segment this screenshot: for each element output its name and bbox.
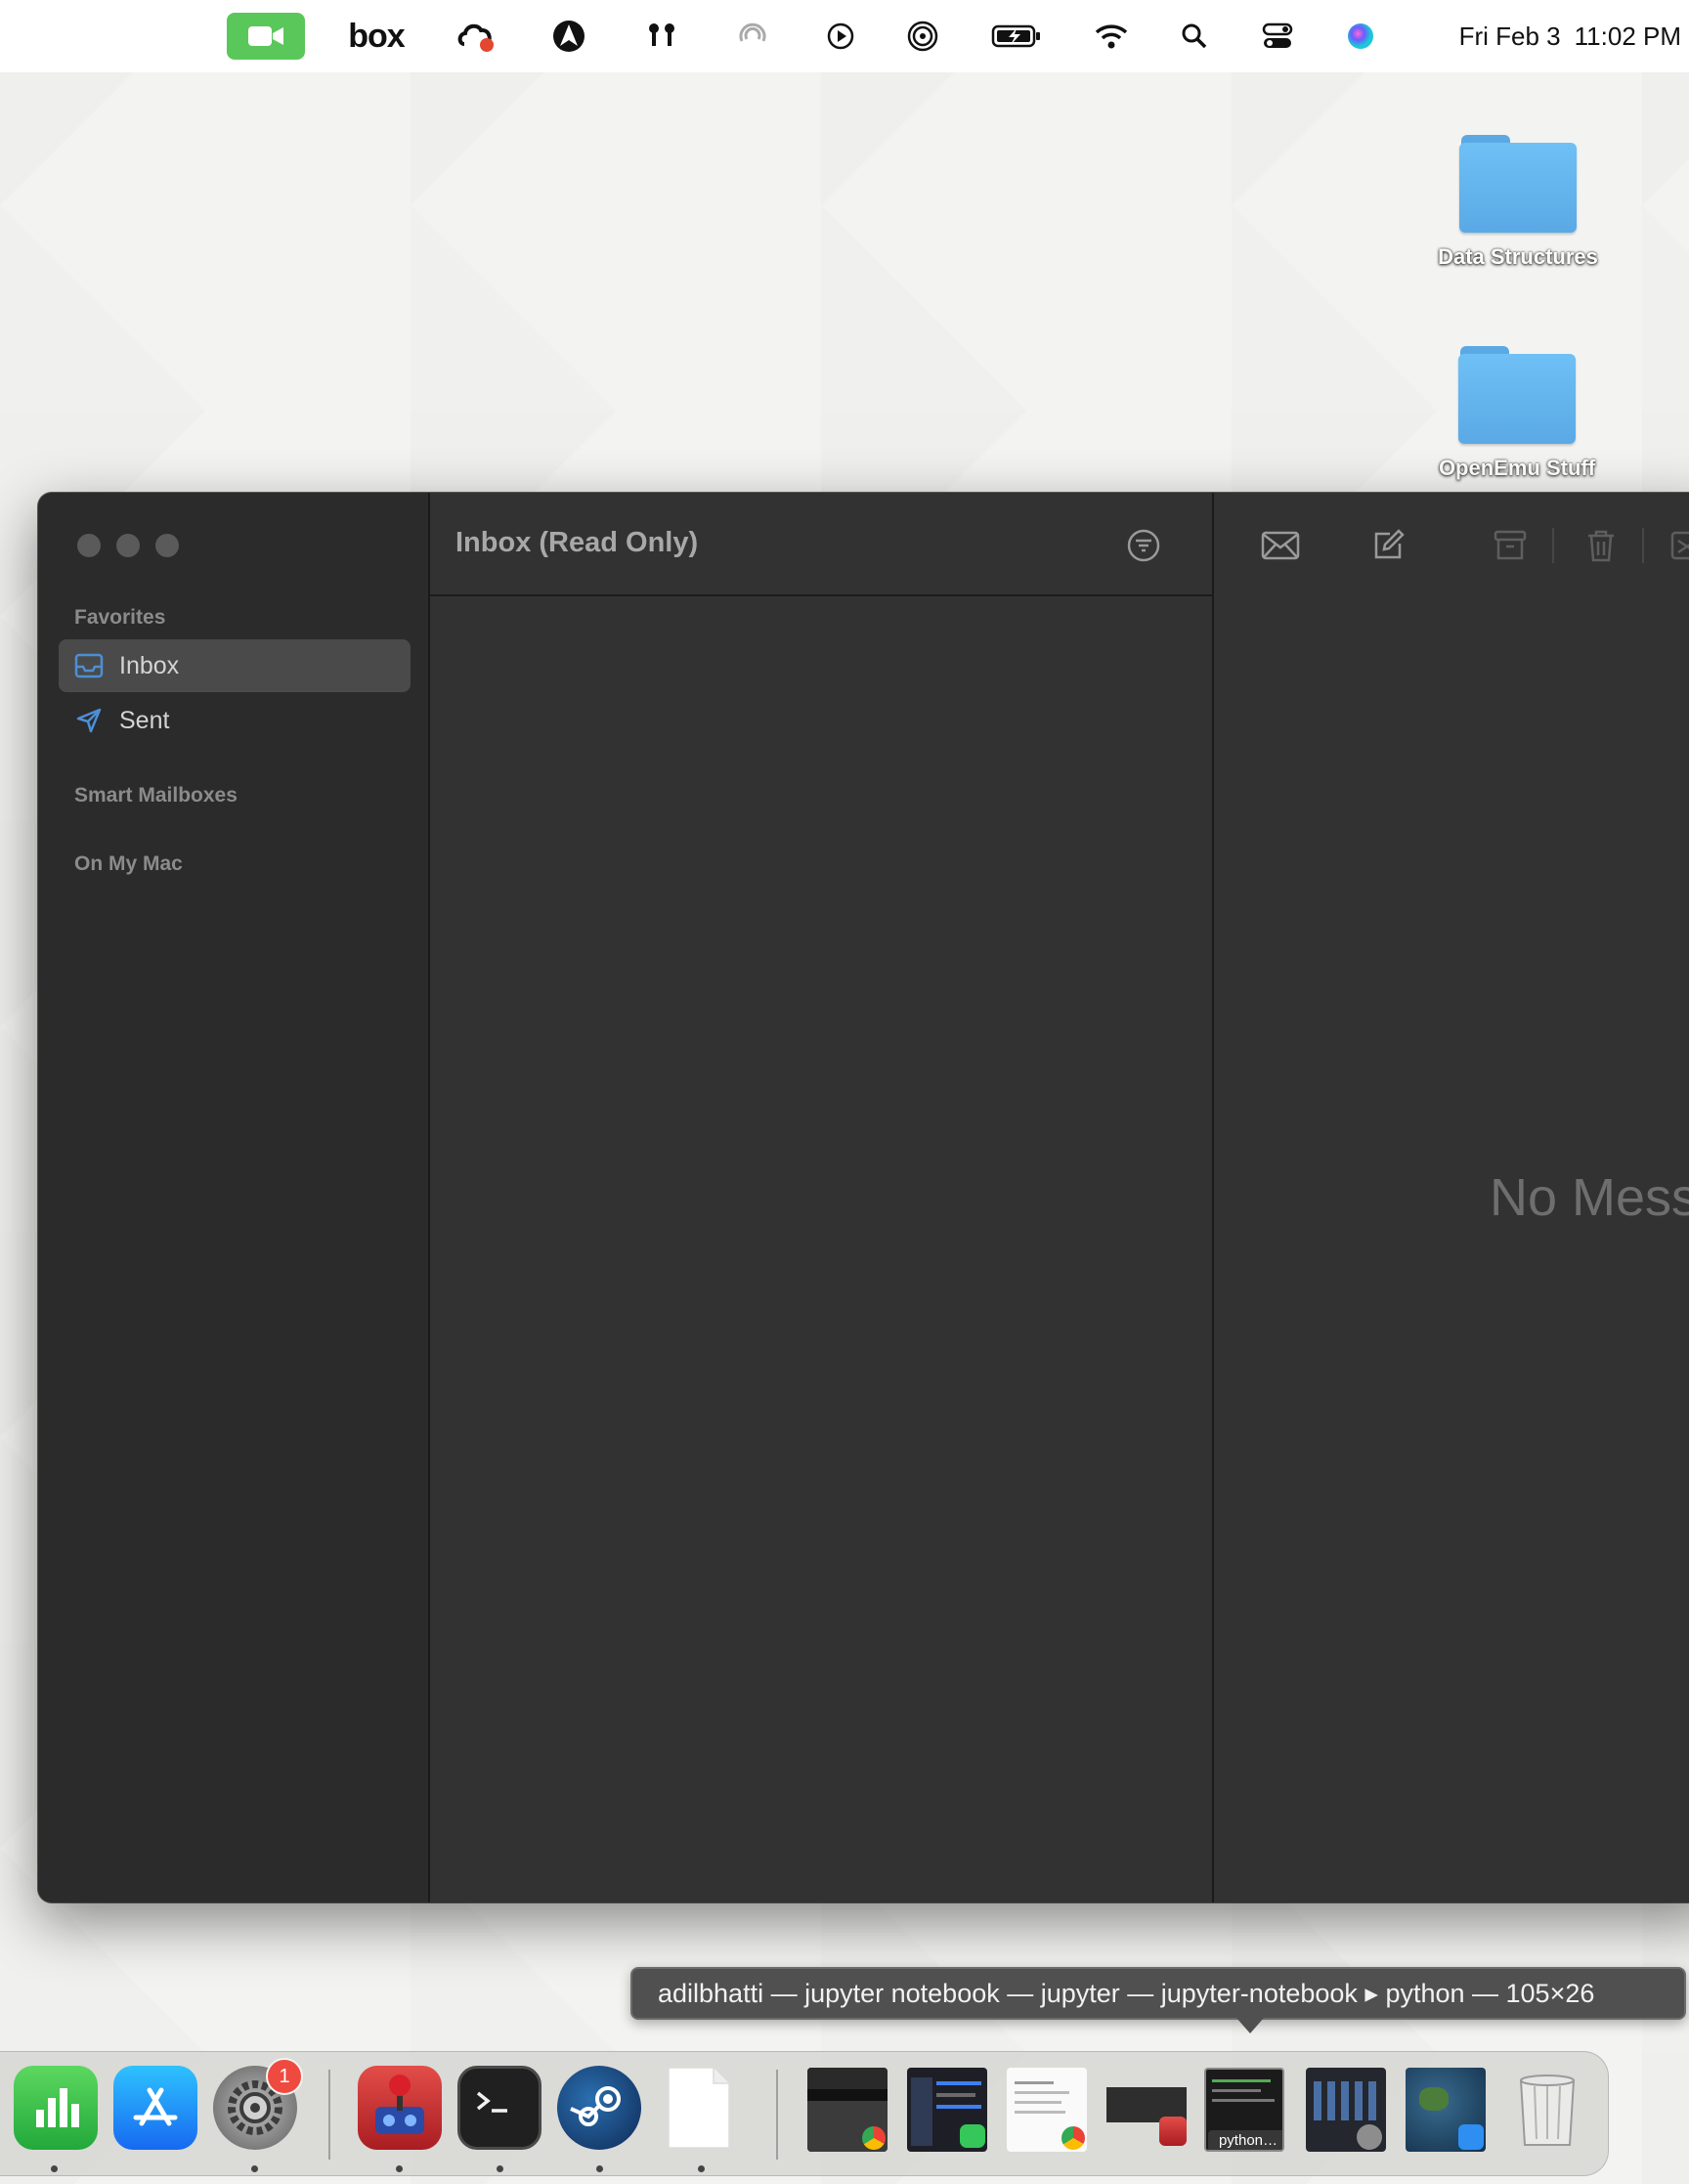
- openemu-icon: [1159, 2117, 1187, 2146]
- window-controls: [77, 534, 195, 557]
- astro-icon[interactable]: [547, 0, 590, 72]
- desktop-folder-openemu-stuff[interactable]: OpenEmu Stuff: [1419, 346, 1615, 481]
- app-store-icon[interactable]: [113, 2066, 197, 2150]
- running-indicator: [596, 2165, 603, 2172]
- junk-button[interactable]: [1666, 524, 1689, 567]
- sidebar-item-sent[interactable]: Sent: [59, 694, 411, 747]
- filter-icon: [1127, 529, 1160, 562]
- numbers-icon[interactable]: [14, 2066, 98, 2150]
- openemu-icon[interactable]: [358, 2066, 442, 2150]
- sidebar-heading-favorites[interactable]: Favorites: [74, 606, 165, 630]
- menu-date: Fri Feb 3: [1458, 21, 1561, 51]
- sidebar-heading-smart-mailboxes[interactable]: Smart Mailboxes: [74, 784, 238, 808]
- search-icon[interactable]: [1173, 0, 1216, 72]
- filter-button[interactable]: [1126, 528, 1161, 563]
- envelope-icon: [1261, 531, 1300, 560]
- window-thumbnail-terminal[interactable]: python…: [1204, 2068, 1284, 2152]
- archive-icon: [1494, 530, 1527, 560]
- mail-window: Favorites Inbox Sent Smart Mailboxes On …: [38, 493, 1689, 1902]
- message-list-header: Inbox (Read Only): [430, 493, 1214, 596]
- archive-button[interactable]: [1489, 524, 1532, 567]
- running-indicator: [251, 2165, 258, 2172]
- app-store-icon: [1458, 2124, 1484, 2150]
- toolbar-separator: [1642, 528, 1644, 563]
- toolbar-separator: [1552, 528, 1554, 563]
- running-indicator: [497, 2165, 503, 2172]
- chrome-icon: [862, 2126, 886, 2150]
- steam-icon[interactable]: [557, 2066, 641, 2150]
- airpods-icon[interactable]: [640, 0, 683, 72]
- messages-icon: [960, 2124, 985, 2148]
- folder-icon: [1459, 135, 1577, 233]
- siri-icon[interactable]: [1339, 0, 1382, 72]
- notification-badge: 1: [266, 2058, 303, 2095]
- mail-sidebar: Favorites Inbox Sent Smart Mailboxes On …: [38, 493, 430, 1902]
- delete-button[interactable]: [1580, 524, 1623, 567]
- sidebar-item-label: Inbox: [119, 651, 180, 679]
- play-icon[interactable]: [819, 0, 862, 72]
- minimize-window-button[interactable]: [116, 534, 140, 557]
- window-thumbnail-chrome[interactable]: [807, 2068, 888, 2152]
- window-thumbnail-chrome-document[interactable]: [1007, 2068, 1087, 2152]
- trash-icon[interactable]: [1505, 2066, 1589, 2150]
- viewer-toolbar: [1214, 493, 1689, 596]
- zoom-window-button[interactable]: [155, 534, 179, 557]
- get-mail-button[interactable]: [1259, 524, 1302, 567]
- window-thumbnail-maps[interactable]: [1406, 2068, 1486, 2152]
- menu-bar: box Fri Feb 3 11:02 PM: [0, 0, 1689, 72]
- window-thumbnail-system-settings[interactable]: [1306, 2068, 1386, 2152]
- menu-clock[interactable]: Fri Feb 3 11:02 PM: [1412, 0, 1681, 72]
- desktop-folder-label: OpenEmu Stuff: [1438, 456, 1596, 480]
- airdrop-icon[interactable]: [901, 0, 944, 72]
- battery-icon[interactable]: [987, 0, 1046, 72]
- window-thumbnail-openemu[interactable]: [1106, 2068, 1187, 2152]
- sidebar-heading-on-my-mac[interactable]: On My Mac: [74, 852, 183, 876]
- sidebar-item-label: Sent: [119, 706, 170, 734]
- control-center-icon[interactable]: [1256, 0, 1299, 72]
- focus-icon[interactable]: [731, 0, 774, 72]
- compose-button[interactable]: [1366, 524, 1409, 567]
- running-indicator: [51, 2165, 58, 2172]
- terminal-icon[interactable]: [457, 2066, 541, 2150]
- mailbox-title: Inbox (Read Only): [455, 527, 699, 558]
- message-viewer: No Message Selected: [1214, 493, 1689, 1902]
- dock: 1 python…: [0, 2051, 1609, 2176]
- tooltip-arrow: [1236, 2018, 1264, 2033]
- dock-separator: [328, 2070, 330, 2160]
- dock-separator: [776, 2070, 778, 2160]
- message-list[interactable]: Inbox (Read Only): [430, 493, 1214, 1902]
- window-thumbnail-label: python…: [1208, 2130, 1282, 2150]
- box-icon[interactable]: box: [344, 0, 409, 72]
- window-thumbnail-messages[interactable]: [907, 2068, 987, 2152]
- running-indicator: [396, 2165, 403, 2172]
- creative-cloud-icon[interactable]: [453, 0, 501, 72]
- system-settings-icon: [1357, 2124, 1382, 2150]
- menu-time: 11:02 PM: [1574, 21, 1681, 51]
- close-window-button[interactable]: [77, 534, 101, 557]
- paper-plane-icon: [74, 706, 104, 735]
- wifi-icon[interactable]: [1090, 0, 1133, 72]
- desktop-folder-label: Data Structures: [1438, 244, 1598, 269]
- running-indicator: [698, 2165, 705, 2172]
- trash-icon: [1588, 530, 1614, 562]
- facetime-icon[interactable]: [227, 13, 305, 60]
- document-icon[interactable]: [657, 2066, 741, 2150]
- no-message-selected-text: No Message Selected: [1490, 1168, 1689, 1227]
- inbox-icon: [74, 651, 104, 680]
- folder-icon: [1458, 346, 1576, 444]
- chrome-icon: [1061, 2126, 1085, 2150]
- dock-window-tooltip: adilbhatti — jupyter notebook — jupyter …: [630, 1967, 1686, 2020]
- junk-icon: [1670, 531, 1689, 560]
- desktop-folder-data-structures[interactable]: Data Structures: [1420, 135, 1616, 270]
- sidebar-item-inbox[interactable]: Inbox: [59, 639, 411, 692]
- compose-icon: [1374, 529, 1405, 559]
